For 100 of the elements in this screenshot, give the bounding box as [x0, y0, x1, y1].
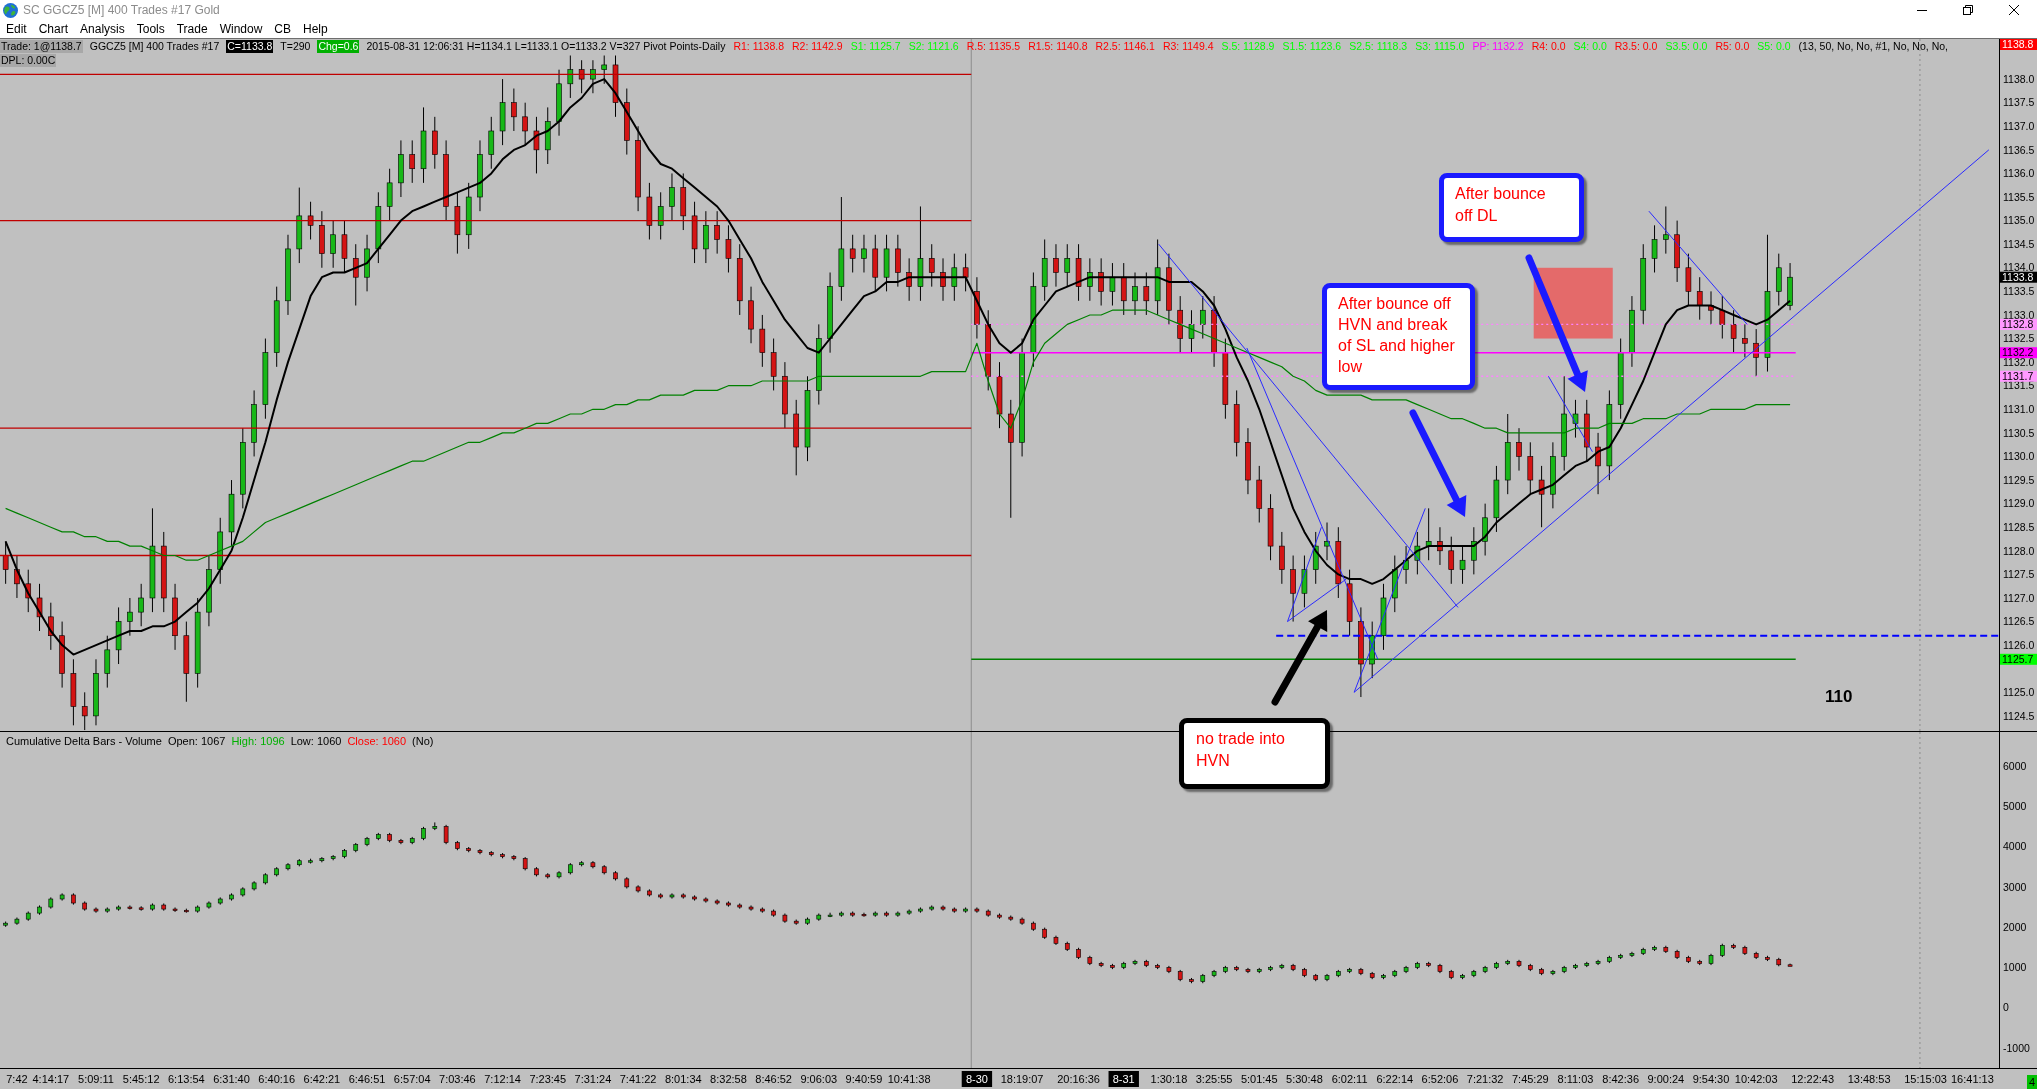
price-axis-label: 1131.0 — [2003, 403, 2035, 415]
time-axis-label: 9:40:59 — [845, 1073, 883, 1085]
time-axis-label: 8:32:58 — [710, 1073, 747, 1085]
price-axis-label: 1136.0 — [2003, 167, 2035, 180]
time-axis-label: 6:02:11 — [1331, 1073, 1368, 1085]
info-badge: DPL: 0.00C — [0, 54, 57, 67]
price-axis-label: 1126.0 — [2003, 638, 2035, 651]
price-tag: 1138.8 — [2000, 39, 2037, 51]
time-axis-label: 10:42:03 — [1734, 1073, 1778, 1085]
indicator-label: Cumulative Delta Bars - Volume — [6, 734, 162, 748]
price-axis-label: 1130.0 — [2003, 450, 2035, 463]
price-axis-label: 1134.5 — [2003, 237, 2035, 250]
price-axis-label: 6000 — [2003, 759, 2027, 772]
time-axis-label: 6:42:21 — [303, 1073, 341, 1085]
status-tag: 4 — [2026, 1075, 2037, 1089]
price-tag: 1131.7 — [2000, 369, 2037, 382]
time-axis-label: 18:19:07 — [1000, 1073, 1044, 1085]
info-text: 2015-08-31 12:06:31 H=1134.1 L=1133.1 O=1133.2 V=327 Pivot Points-Daily — [365, 40, 727, 53]
price-axis-label: 1125.0 — [2003, 686, 2035, 698]
price-axis-label: 1124.5 — [2003, 709, 2035, 722]
time-axis-label: 6:57:04 — [393, 1073, 431, 1085]
window-title: SC GGCZ5 [M] 400 Trades #17 Gold — [23, 2, 220, 19]
price-axis-label: 1133.0 — [2003, 308, 2035, 321]
time-axis-label: 8:11:03 — [1557, 1073, 1594, 1085]
time-axis-label: 13:48:53 — [1847, 1073, 1891, 1085]
price-tag: 1133.8 — [2000, 270, 2037, 283]
info-text: S5: 0.0 — [1756, 40, 1792, 53]
time-axis-label: 8:42:36 — [1602, 1073, 1639, 1085]
info-text: R.5: 1135.5 — [965, 40, 1022, 53]
info-text: S.5: 1128.9 — [1220, 40, 1276, 53]
time-axis-label: 5:09:11 — [78, 1073, 114, 1085]
info-badge: C=1133.8 — [226, 40, 274, 53]
price-axis-label: -1000 — [2003, 1041, 2030, 1054]
price-tag: 1125.7 — [2000, 653, 2037, 665]
time-axis-label: 20:16:36 — [1057, 1073, 1100, 1085]
info-text: R1.5: 1140.8 — [1027, 40, 1089, 53]
info-text: S2: 1121.6 — [907, 40, 960, 53]
time-axis-label: 6:22:14 — [1376, 1073, 1414, 1085]
price-axis-label: 1128.0 — [2003, 544, 2035, 557]
price-axis-label: 1129.5 — [2003, 473, 2035, 486]
time-axis-label: 4:14:17 — [32, 1073, 70, 1085]
price-axis-label: 5000 — [2003, 800, 2027, 812]
info-text: S2.5: 1118.3 — [1348, 40, 1409, 53]
price-axis-label: 1000 — [2003, 961, 2027, 974]
indicator-label: High: 1096 — [231, 734, 285, 748]
time-axis-label: 15:15:03 — [1904, 1073, 1947, 1085]
price-axis-label: 1135.5 — [2003, 190, 2035, 203]
annotation-text: 110 — [1825, 686, 1853, 708]
time-axis-label: 8:46:52 — [755, 1073, 792, 1085]
info-text: PP: 1132.2 — [1471, 40, 1525, 53]
date-label: 8-30 — [961, 1071, 993, 1087]
price-axis-label: 1127.0 — [2003, 591, 2035, 604]
price-axis-label: 1132.5 — [2003, 332, 2035, 345]
info-text: S1.5: 1123.6 — [1281, 40, 1343, 53]
time-axis-label: 9:54:30 — [1692, 1073, 1730, 1085]
price-tag: 1132.2 — [2000, 346, 2037, 359]
price-axis-label: 1133.5 — [2003, 285, 2035, 298]
price-axis-label: 1136.5 — [2003, 143, 2035, 156]
price-axis-label: 1129.0 — [2003, 497, 2035, 510]
indicator-label: Open: 1067 — [167, 734, 226, 748]
callout-note: After bounce off HVN and break of SL and higher low — [1322, 283, 1475, 390]
price-axis-label: 4000 — [2003, 840, 2027, 853]
time-axis-label: 1:30:18 — [1150, 1073, 1188, 1085]
price-axis-label: 1127.5 — [2003, 568, 2035, 581]
date-label: 8-31 — [1108, 1071, 1139, 1087]
time-axis-label: 6:31:40 — [213, 1073, 250, 1085]
time-axis-label: 5:01:45 — [1240, 1073, 1278, 1085]
info-text: T=290 — [279, 40, 312, 53]
info-text: GGCZ5 [M] 400 Trades #17 — [88, 40, 221, 53]
time-axis-label: 7:12:14 — [484, 1073, 521, 1085]
time-axis-label: 7:31:24 — [574, 1073, 612, 1085]
time-axis-label: 9:06:03 — [800, 1073, 838, 1085]
info-text: S1: 1125.7 — [849, 40, 902, 53]
info-text: S4: 0.0 — [1572, 40, 1608, 53]
info-badge: Chg=0.6 — [317, 40, 360, 53]
price-axis-label: 3000 — [2003, 880, 2027, 893]
time-axis-label: 7:42 — [6, 1073, 28, 1085]
price-axis-label: 1137.5 — [2003, 96, 2035, 109]
time-axis-label: 9:00:24 — [1647, 1073, 1685, 1085]
info-text: R3.5: 0.0 — [1613, 40, 1659, 53]
time-axis-label: 12:22:43 — [1791, 1073, 1835, 1085]
time-axis-label: 7:21:32 — [1466, 1073, 1504, 1085]
price-tag: 1132.8 — [2000, 318, 2037, 331]
callout-note: After bounce off DL — [1439, 173, 1584, 242]
time-axis-label: 8:01:34 — [664, 1073, 702, 1085]
price-axis-label: 1126.5 — [2003, 615, 2035, 628]
time-axis-label: 6:46:51 — [348, 1073, 386, 1085]
callout-note: no trade into HVN — [1179, 718, 1330, 789]
time-axis-label: 7:23:45 — [529, 1073, 567, 1085]
time-axis-label: 7:41:22 — [619, 1073, 657, 1085]
time-axis-label: 7:03:46 — [439, 1073, 476, 1085]
indicator-label: (No) — [412, 734, 434, 748]
time-axis-label: 10:41:38 — [887, 1073, 931, 1085]
price-axis-label: 1135.0 — [2003, 214, 2035, 227]
time-axis-label: 3:25:55 — [1195, 1073, 1233, 1085]
price-axis-label: 1137.0 — [2003, 119, 2035, 132]
info-text: R3: 1149.4 — [1161, 40, 1215, 53]
time-axis-label: 7:45:29 — [1511, 1073, 1549, 1085]
indicator-label: Low: 1060 — [290, 734, 342, 748]
info-text: R2.5: 1146.1 — [1094, 40, 1156, 53]
